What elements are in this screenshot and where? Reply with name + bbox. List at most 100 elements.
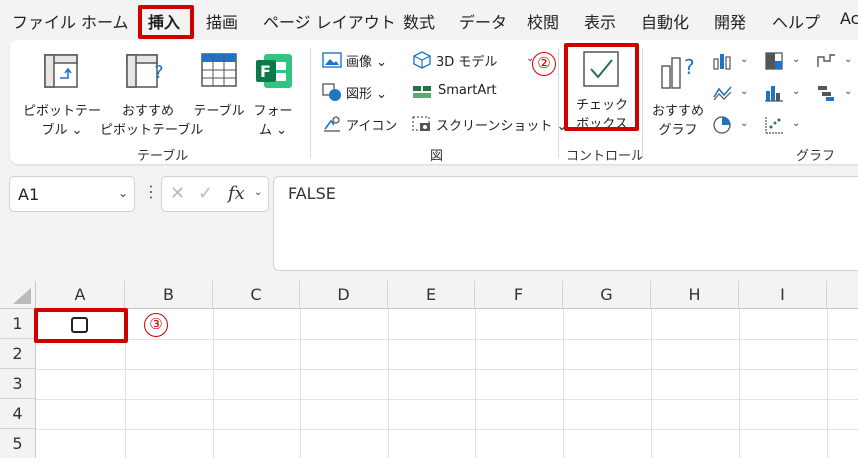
- column-header-c[interactable]: C: [213, 281, 300, 309]
- separator-2: [558, 48, 559, 158]
- fx-dropdown-icon[interactable]: ⌄: [254, 187, 262, 198]
- screenshot-button[interactable]: スクリーンショット ⌄: [412, 113, 567, 135]
- enter-icon[interactable]: ✓: [198, 183, 213, 204]
- hierarchy-chart-icon: [765, 52, 783, 70]
- tab-file[interactable]: ファイル: [12, 9, 76, 33]
- 3d-models-button[interactable]: 3D モデル ⌄: [412, 49, 534, 71]
- gridline: [388, 309, 389, 458]
- statistic-chart-button[interactable]: ⌄: [764, 82, 806, 104]
- images-button[interactable]: 画像 ⌄: [322, 49, 402, 71]
- column-header-h[interactable]: H: [651, 281, 739, 309]
- highlight-cell-a1: [34, 308, 128, 343]
- pivot-table-label-1: ピボットテー: [22, 104, 101, 119]
- svg-text:?: ?: [154, 62, 164, 83]
- tab-automate[interactable]: 自動化: [641, 9, 689, 33]
- image-icon: [322, 52, 342, 68]
- tab-developer[interactable]: 開発: [714, 9, 746, 33]
- smartart-icon: [413, 86, 431, 98]
- pivot-table-icon: [44, 54, 78, 88]
- recommended-pivot-label-1: おすすめ: [121, 104, 174, 119]
- tab-acrobat[interactable]: Ac: [840, 9, 858, 28]
- gridline: [475, 309, 476, 458]
- gridline: [213, 309, 214, 458]
- column-header-e[interactable]: E: [388, 281, 475, 309]
- recommended-charts-label-1: おすすめ: [651, 104, 704, 119]
- group-label-illustrations: 図: [430, 149, 444, 164]
- forms-label-1: フォー: [253, 104, 293, 119]
- table-button[interactable]: テーブル: [193, 48, 245, 140]
- insert-function-button[interactable]: fx: [228, 183, 245, 204]
- row-header-4[interactable]: 4: [0, 399, 36, 429]
- formula-buttons: ✕ ✓ fx ⌄: [161, 176, 269, 212]
- name-box-dropdown-icon[interactable]: ⌄: [118, 186, 128, 200]
- column-chart-button[interactable]: ⌄: [712, 50, 754, 72]
- gridline: [36, 399, 858, 400]
- column-header-i[interactable]: I: [739, 281, 827, 309]
- shapes-icon: [322, 83, 341, 101]
- tab-page-layout[interactable]: ページ レイアウト: [263, 9, 396, 33]
- column-chart-icon: [713, 54, 731, 70]
- tab-home[interactable]: ホーム: [81, 9, 129, 33]
- screenshot-icon: [412, 116, 430, 131]
- column-chart-chevron-icon: ⌄: [740, 54, 749, 65]
- smartart-button[interactable]: SmartArt: [412, 81, 532, 103]
- scatter-chart-button[interactable]: ⌄: [764, 114, 806, 136]
- column-header-d[interactable]: D: [300, 281, 388, 309]
- tab-formulas[interactable]: 数式: [403, 9, 435, 33]
- column-header-a[interactable]: A: [36, 281, 125, 309]
- gridline: [739, 309, 740, 458]
- group-label-controls: コントロール: [566, 149, 645, 164]
- table-label: テーブル: [193, 104, 245, 119]
- waterfall-chart-chevron-icon: ⌄: [844, 54, 853, 65]
- column-header-b[interactable]: B: [125, 281, 213, 309]
- highlight-checkbox-button: [564, 43, 639, 131]
- column-header-g[interactable]: G: [563, 281, 651, 309]
- tab-help[interactable]: ヘルプ: [772, 9, 820, 33]
- line-chart-icon: [713, 86, 732, 101]
- step-3-marker: ③: [144, 313, 168, 337]
- icons-icon: [324, 116, 340, 132]
- recommended-charts-button[interactable]: ? おすすめ グラフ: [648, 48, 708, 140]
- icons-button[interactable]: アイコン: [322, 113, 402, 135]
- row-header-1[interactable]: 1: [0, 309, 36, 339]
- row-header-2[interactable]: 2: [0, 339, 36, 369]
- column-header-next[interactable]: [827, 281, 858, 309]
- tab-data[interactable]: データ: [459, 9, 507, 33]
- icons-label: アイコン: [346, 119, 398, 134]
- statistic-chart-chevron-icon: ⌄: [792, 86, 801, 97]
- tab-review[interactable]: 校閲: [527, 9, 559, 33]
- waterfall-chart-button[interactable]: ⌄: [816, 50, 856, 72]
- shapes-button[interactable]: 図形 ⌄: [322, 81, 402, 103]
- scatter-chart-chevron-icon: ⌄: [792, 118, 801, 129]
- select-all-button[interactable]: [0, 281, 36, 309]
- group-label-charts: グラフ: [796, 149, 836, 164]
- recommended-pivot-button[interactable]: ? おすすめ ピボットテーブル: [100, 48, 203, 140]
- pivot-table-label-2: ブル ⌄: [41, 123, 83, 138]
- name-box-value: A1: [18, 185, 40, 204]
- pie-chart-button[interactable]: ⌄: [712, 114, 754, 136]
- row-header-5[interactable]: 5: [0, 429, 36, 458]
- row-header-3[interactable]: 3: [0, 369, 36, 399]
- combo-chart-button[interactable]: ⌄: [816, 82, 856, 104]
- hierarchy-chart-chevron-icon: ⌄: [792, 54, 801, 65]
- formula-input[interactable]: FALSE: [273, 176, 858, 271]
- pie-chart-chevron-icon: ⌄: [740, 118, 749, 129]
- formula-bar-grip-icon[interactable]: ⋮: [143, 182, 159, 201]
- column-header-f[interactable]: F: [475, 281, 563, 309]
- recommended-charts-label-2: グラフ: [658, 123, 698, 138]
- forms-label-2: ム ⌄: [258, 123, 288, 138]
- step-2-marker: ②: [532, 52, 556, 76]
- tab-draw[interactable]: 描画: [206, 9, 238, 33]
- forms-button[interactable]: F フォー ム ⌄: [248, 48, 298, 140]
- highlight-insert-tab: [138, 5, 194, 39]
- line-chart-button[interactable]: ⌄: [712, 82, 754, 104]
- name-box[interactable]: A1 ⌄: [9, 176, 135, 212]
- tab-view[interactable]: 表示: [584, 9, 616, 33]
- pivot-table-button[interactable]: ピボットテー ブル ⌄: [16, 48, 108, 140]
- hierarchy-chart-button[interactable]: ⌄: [764, 50, 806, 72]
- gridline: [827, 309, 828, 458]
- menu-bar: ファイル ホーム 挿入 描画 ページ レイアウト 数式 データ 校閲 表示 自動…: [0, 0, 858, 40]
- table-icon: [201, 53, 237, 87]
- cancel-icon[interactable]: ✕: [170, 183, 185, 204]
- separator-3: [642, 48, 643, 158]
